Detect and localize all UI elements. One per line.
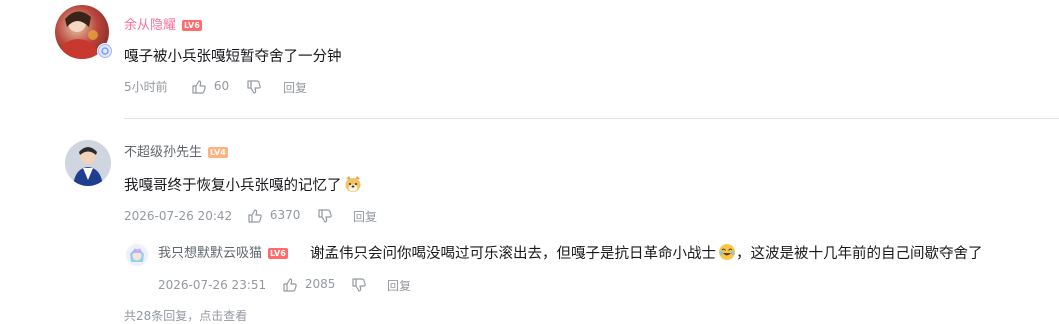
reply-button[interactable]: 回复 [387, 278, 411, 294]
doge-emoji-icon [345, 176, 360, 192]
level-badge: LV6 [182, 20, 202, 31]
like-count: 60 [213, 79, 230, 93]
avatar-art [65, 140, 111, 186]
reply-text-part2: ，这波是被十几年前的自己间歇夺舍了 [736, 246, 983, 262]
thumbs-up-icon [283, 277, 297, 292]
thumbs-up-icon [248, 208, 262, 223]
avatar-badge [97, 43, 113, 59]
laugh-cry-emoji-icon [719, 244, 735, 260]
comment-time: 5小时前 [124, 80, 168, 94]
thumbs-up-icon [192, 79, 206, 94]
thumbs-down-icon [318, 208, 332, 223]
avatar[interactable] [126, 244, 148, 266]
dislike-button[interactable] [351, 276, 367, 293]
badge-icon [98, 44, 112, 58]
reply-text-part1: 谢孟伟只会问你喝没喝过可乐滚出去，但嘎子是抗日革命小战士 [310, 246, 716, 262]
comment-text: 我嘎哥终于恢复小兵张嘎的记忆了 [124, 178, 342, 194]
like-button[interactable]: 60 [191, 78, 229, 95]
divider [124, 118, 1059, 119]
view-more-replies-link[interactable]: 共28条回复，点击查看 [124, 308, 247, 324]
avatar-art [126, 244, 148, 266]
like-button[interactable]: 2085 [282, 276, 335, 293]
thumbs-down-icon [247, 79, 261, 94]
reply-button[interactable]: 回复 [353, 209, 377, 225]
dislike-button[interactable] [246, 78, 262, 95]
like-count: 6370 [269, 208, 301, 222]
username[interactable]: 余从隐耀 [124, 18, 176, 33]
like-count: 2085 [304, 277, 336, 291]
avatar[interactable] [65, 140, 111, 186]
comment-time: 2026-07-26 20:42 [124, 209, 233, 223]
dislike-button[interactable] [317, 207, 333, 224]
username[interactable]: 不超级孙先生 [124, 145, 202, 160]
comment-text: 嘎子被小兵张嘎短暂夺舍了一分钟 [124, 49, 342, 65]
username[interactable]: 我只想默默云吸猫 [158, 246, 262, 261]
level-badge: LV4 [208, 147, 228, 158]
like-button[interactable]: 6370 [247, 207, 300, 224]
reply-time: 2026-07-26 23:51 [158, 278, 267, 292]
thumbs-down-icon [352, 277, 366, 292]
reply-button[interactable]: 回复 [283, 80, 307, 96]
level-badge: LV6 [268, 248, 288, 259]
